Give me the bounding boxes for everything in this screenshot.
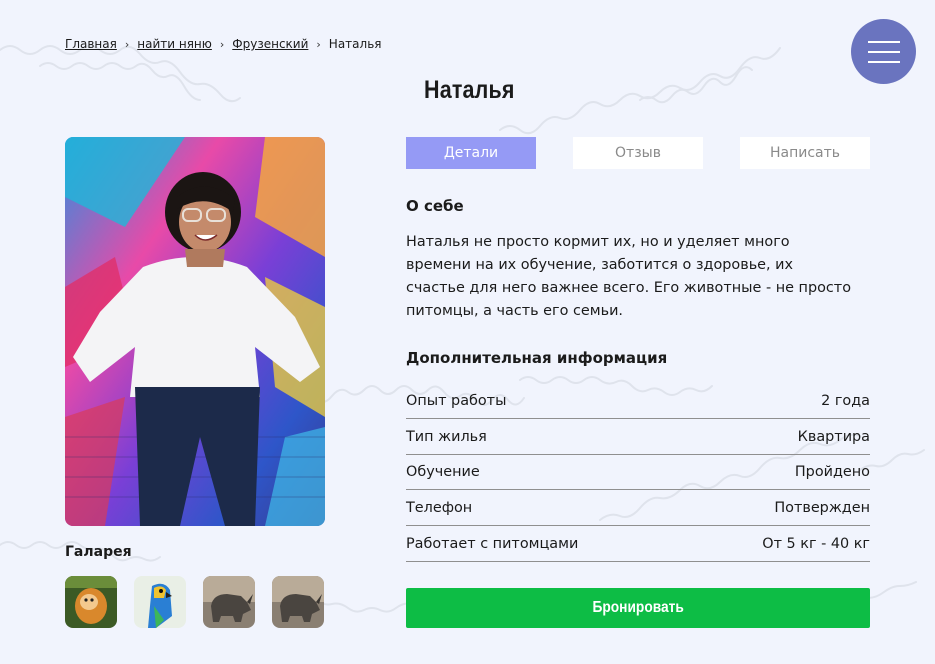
page-title: Наталья [424,76,515,104]
info-value: Пройдено [794,463,870,480]
tab-write[interactable]: Написать [740,137,870,169]
additional-info-title: Дополнительная информация [406,349,668,367]
info-row-pets: Работает с питомцами От 5 кг - 40 кг [406,526,870,562]
info-row-experience: Опыт работы 2 года [406,383,870,419]
gallery-title: Галарея [65,544,132,560]
info-label: Телефон [406,499,473,516]
breadcrumb-link-home[interactable]: Главная [65,37,117,51]
breadcrumb-link-district[interactable]: Фрузенский [232,37,308,51]
gallery-thumb-rhino[interactable] [272,576,324,628]
breadcrumb: Главная › найти няню › Фрузенский › Ната… [65,37,381,51]
about-text: Наталья не просто кормит их, но и уделяе… [406,231,876,323]
about-title: О себе [406,197,464,215]
gallery-thumb-monkey[interactable] [65,576,117,628]
about-line: Наталья не просто кормит их, но и уделяе… [406,234,790,250]
breadcrumb-current: Наталья [328,37,382,51]
breadcrumb-link-find-nanny[interactable]: найти няню [137,37,212,51]
about-line: времени на их обучение, заботится о здор… [406,257,794,273]
book-button[interactable]: Бронировать [406,588,870,628]
tab-review[interactable]: Отзыв [573,137,703,169]
info-label: Работает с питомцами [406,535,579,552]
profile-photo [65,137,325,526]
chevron-right-icon: › [219,37,225,51]
chevron-right-icon: › [124,37,130,51]
info-row-phone: Телефон Потвержден [406,490,870,526]
gallery-thumb-parrot[interactable] [134,576,186,628]
book-button-label: Бронировать [592,599,684,616]
menu-button[interactable] [851,19,916,84]
gallery-thumb-rhino[interactable] [203,576,255,628]
tab-details[interactable]: Детали [406,137,536,169]
hamburger-icon [867,60,900,63]
info-value: 2 года [821,392,870,409]
info-value: Потвержден [774,499,870,516]
about-line: счастье для него важнее всего. Его живот… [406,280,851,296]
info-row-training: Обучение Пройдено [406,454,870,490]
about-line: питомцы, а часть его семьи. [406,303,623,319]
info-value: Квартира [797,428,870,445]
info-label: Опыт работы [406,392,507,409]
hamburger-icon [867,50,900,53]
hamburger-icon [867,40,900,43]
info-label: Тип жилья [406,428,487,445]
info-value: От 5 кг - 40 кг [762,535,870,552]
info-label: Обучение [406,463,480,480]
info-row-housing: Тип жилья Квартира [406,419,870,455]
chevron-right-icon: › [316,37,321,51]
